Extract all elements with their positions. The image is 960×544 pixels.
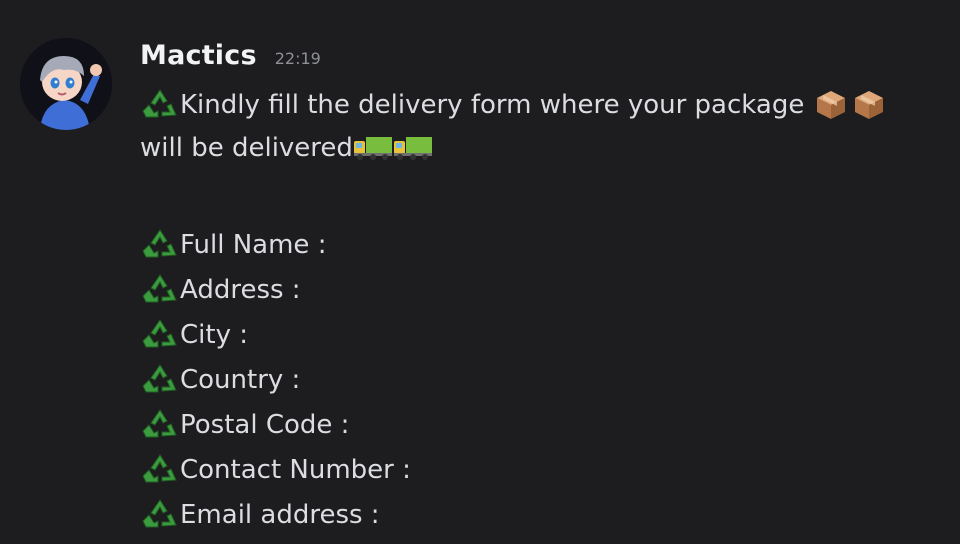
intro-line: Kindly fill the delivery form where your…: [140, 82, 940, 127]
recycling-symbol-icon: [140, 272, 180, 308]
recycling-symbol-icon: [140, 227, 180, 263]
recycling-symbol-icon: [140, 497, 180, 533]
field-email-address: Email address :: [180, 499, 380, 530]
recycling-symbol-icon: [140, 362, 180, 398]
avatar-illustration: [20, 38, 112, 130]
package-box-icon: [814, 88, 848, 122]
recycling-symbol-icon: [140, 87, 180, 123]
intro-line-continued: will be delivered: [140, 127, 940, 169]
form-field-line: City :: [140, 312, 940, 357]
field-address: Address :: [180, 274, 301, 305]
message-header: Mactics 22:19: [140, 40, 940, 80]
form-field-line: Contact Number :: [140, 447, 940, 492]
package-box-icon: [852, 88, 886, 122]
recycling-symbol-icon: [140, 407, 180, 443]
form-field-line: Postal Code :: [140, 402, 940, 447]
form-field-line: Country :: [140, 357, 940, 402]
recycling-symbol-icon: [140, 317, 180, 353]
username[interactable]: Mactics: [140, 40, 257, 71]
field-country: Country :: [180, 364, 301, 395]
delivery-truck-icon: [393, 135, 433, 161]
delivery-truck-icon: [353, 135, 393, 161]
field-contact-number: Contact Number :: [180, 454, 411, 485]
avatar[interactable]: [20, 38, 112, 130]
field-full-name: Full Name :: [180, 229, 327, 260]
form-field-line: Address :: [140, 267, 940, 312]
field-postal-code: Postal Code :: [180, 409, 350, 440]
intro-text-line2: will be delivered: [140, 133, 353, 163]
message-content: Mactics 22:19 Kindly fill the delivery f…: [140, 40, 940, 537]
field-city: City :: [180, 319, 248, 350]
intro-text-line1: Kindly fill the delivery form where your…: [180, 89, 805, 120]
timestamp[interactable]: 22:19: [275, 49, 321, 68]
form-field-line: Email address :: [140, 492, 940, 537]
form-field-line: Full Name :: [140, 222, 940, 267]
chat-message: Mactics 22:19 Kindly fill the delivery f…: [0, 0, 960, 544]
recycling-symbol-icon: [140, 452, 180, 488]
